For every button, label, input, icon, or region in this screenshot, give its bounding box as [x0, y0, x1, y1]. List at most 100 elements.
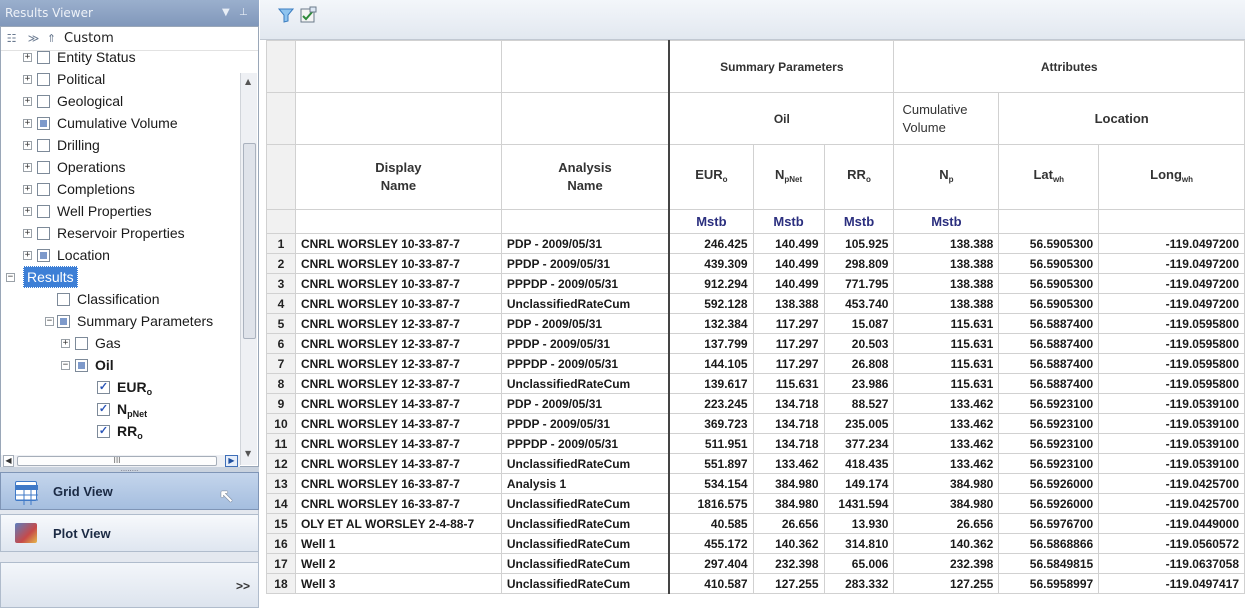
move-up-icon[interactable]: ⇑	[45, 32, 58, 45]
tree-item-well-properties[interactable]: + Well Properties	[1, 200, 239, 222]
tree-item-rr[interactable]: ✓ RRo	[1, 420, 239, 442]
table-row[interactable]: 14 CNRL WORSLEY 16-33-87-7 UnclassifiedRat…	[266, 493, 1245, 514]
row-index[interactable]: 15	[266, 513, 296, 534]
scroll-up-arrow-icon[interactable]: ▲	[245, 77, 251, 86]
filter-icon[interactable]	[277, 7, 295, 27]
tree-item-political[interactable]: + Political	[1, 68, 239, 90]
column-analysis-name[interactable]: Analysis Name	[500, 144, 670, 210]
checkbox-icon[interactable]	[37, 161, 50, 174]
checkbox-icon[interactable]: ✓	[97, 403, 110, 416]
tree-vertical-scrollbar[interactable]: ▲ ▼	[240, 73, 257, 465]
collapse-icon[interactable]: −	[45, 317, 54, 326]
tree-item-completions[interactable]: + Completions	[1, 178, 239, 200]
tree-item-entity-status[interactable]: + Entity Status	[1, 46, 239, 68]
collapse-icon[interactable]: ≫	[27, 32, 40, 45]
row-index[interactable]: 14	[266, 493, 296, 514]
row-index[interactable]: 12	[266, 453, 296, 474]
column-eur[interactable]: EURo	[668, 144, 754, 210]
scroll-down-arrow-icon[interactable]: ▼	[245, 449, 251, 458]
checkbox-icon[interactable]	[37, 95, 50, 108]
tree-item-oil[interactable]: − Oil	[1, 354, 239, 376]
table-row[interactable]: 8 CNRL WORSLEY 12-33-87-7 UnclassifiedRate…	[266, 373, 1245, 394]
expand-icon[interactable]: +	[61, 339, 70, 348]
checkbox-icon[interactable]	[37, 227, 50, 240]
more-options-bar[interactable]: >>	[0, 562, 259, 608]
column-np[interactable]: Np	[893, 144, 1000, 210]
expand-icon[interactable]: +	[23, 75, 32, 84]
table-row[interactable]: 9 CNRL WORSLEY 14-33-87-7 PDP - 2009/05/31…	[266, 393, 1245, 414]
tree-item-location[interactable]: + Location	[1, 244, 239, 266]
row-index[interactable]: 5	[266, 313, 296, 334]
table-row[interactable]: 4 CNRL WORSLEY 10-33-87-7 UnclassifiedRate…	[266, 293, 1245, 314]
plot-view-button[interactable]: Plot View	[0, 514, 259, 552]
expand-icon[interactable]: +	[23, 141, 32, 150]
more-chevron-icon[interactable]: >>	[236, 567, 250, 605]
tree-scroll-thumb[interactable]	[243, 143, 256, 339]
row-index[interactable]: 2	[266, 253, 296, 274]
horizontal-scroll-thumb[interactable]: III	[17, 456, 217, 466]
table-row[interactable]: 15 OLY ET AL WORSLEY 2-4-88-7 Unclassified…	[266, 513, 1245, 534]
scroll-right-arrow-icon[interactable]: ▶	[225, 455, 238, 467]
row-index[interactable]: 11	[266, 433, 296, 454]
expand-all-icon[interactable]: ☷	[5, 32, 18, 45]
table-row[interactable]: 1 CNRL WORSLEY 10-33-87-7 PDP - 2009/05/31…	[266, 233, 1245, 254]
collapse-icon[interactable]: −	[61, 361, 70, 370]
tree-item-classification[interactable]: Classification	[1, 288, 239, 310]
row-index[interactable]: 3	[266, 273, 296, 294]
tree-item-geological[interactable]: + Geological	[1, 90, 239, 112]
expand-icon[interactable]: +	[23, 53, 32, 62]
panel-menu-icon[interactable]: ▼	[222, 0, 230, 26]
expand-icon[interactable]: +	[23, 163, 32, 172]
tree-item-eur[interactable]: ✓ EURo	[1, 376, 239, 398]
tree-item-npnet[interactable]: ✓ NpNet	[1, 398, 239, 420]
table-row[interactable]: 7 CNRL WORSLEY 12-33-87-7 PPPDP - 2009/05/…	[266, 353, 1245, 374]
row-index[interactable]: 8	[266, 373, 296, 394]
column-long[interactable]: Longwh	[1098, 144, 1245, 210]
tree-item-reservoir-properties[interactable]: + Reservoir Properties	[1, 222, 239, 244]
pin-icon[interactable]: ⊥	[239, 0, 248, 26]
checkbox-icon[interactable]	[37, 249, 50, 262]
row-index[interactable]: 16	[266, 533, 296, 554]
row-index[interactable]: 9	[266, 393, 296, 414]
table-row[interactable]: 11 CNRL WORSLEY 14-33-87-7 PPPDP - 2009/05…	[266, 433, 1245, 454]
table-row[interactable]: 13 CNRL WORSLEY 16-33-87-7 Analysis 1 534.1…	[266, 473, 1245, 494]
table-row[interactable]: 16 Well 1 UnclassifiedRateCum 455.172 140.36…	[266, 533, 1245, 554]
column-display-name[interactable]: Display Name	[294, 144, 502, 210]
table-row[interactable]: 10 CNRL WORSLEY 14-33-87-7 PPDP - 2009/05/…	[266, 413, 1245, 434]
table-row[interactable]: 18 Well 3 UnclassifiedRateCum 410.587 127.25…	[266, 573, 1245, 594]
row-index[interactable]: 10	[266, 413, 296, 434]
expand-icon[interactable]: +	[23, 251, 32, 260]
checkbox-icon[interactable]	[37, 51, 50, 64]
expand-icon[interactable]: +	[23, 207, 32, 216]
column-npnet[interactable]: NpNet	[752, 144, 825, 210]
row-index[interactable]: 7	[266, 353, 296, 374]
checkbox-icon[interactable]	[75, 337, 88, 350]
row-index[interactable]: 6	[266, 333, 296, 354]
row-index[interactable]: 17	[266, 553, 296, 574]
column-rr[interactable]: RRo	[823, 144, 895, 210]
expand-icon[interactable]: +	[23, 185, 32, 194]
expand-icon[interactable]: +	[23, 229, 32, 238]
checkbox-icon[interactable]: ✓	[97, 381, 110, 394]
grid-view-button[interactable]: Grid View ↖	[0, 472, 259, 510]
export-icon[interactable]	[300, 6, 318, 28]
collapse-icon[interactable]: −	[6, 273, 15, 282]
table-row[interactable]: 17 Well 2 UnclassifiedRateCum 297.404 232.39…	[266, 553, 1245, 574]
table-row[interactable]: 2 CNRL WORSLEY 10-33-87-7 PPDP - 2009/05/3…	[266, 253, 1245, 274]
row-index[interactable]: 13	[266, 473, 296, 494]
table-row[interactable]: 6 CNRL WORSLEY 12-33-87-7 PPDP - 2009/05/3…	[266, 333, 1245, 354]
checkbox-icon[interactable]	[37, 117, 50, 130]
column-lat[interactable]: Latwh	[998, 144, 1100, 210]
tree-item-operations[interactable]: + Operations	[1, 156, 239, 178]
tree-item-cumulative-volume[interactable]: + Cumulative Volume	[1, 112, 239, 134]
checkbox-icon[interactable]	[37, 73, 50, 86]
tree-item-summary-parameters[interactable]: − Summary Parameters	[1, 310, 239, 332]
tree-item-results[interactable]: − Results	[1, 266, 239, 288]
scroll-left-arrow-icon[interactable]: ◀	[3, 455, 14, 467]
checkbox-icon[interactable]	[37, 205, 50, 218]
checkbox-icon[interactable]	[57, 315, 70, 328]
row-index[interactable]: 18	[266, 573, 296, 594]
tree-item-gas[interactable]: + Gas	[1, 332, 239, 354]
row-index[interactable]: 4	[266, 293, 296, 314]
expand-icon[interactable]: +	[23, 119, 32, 128]
